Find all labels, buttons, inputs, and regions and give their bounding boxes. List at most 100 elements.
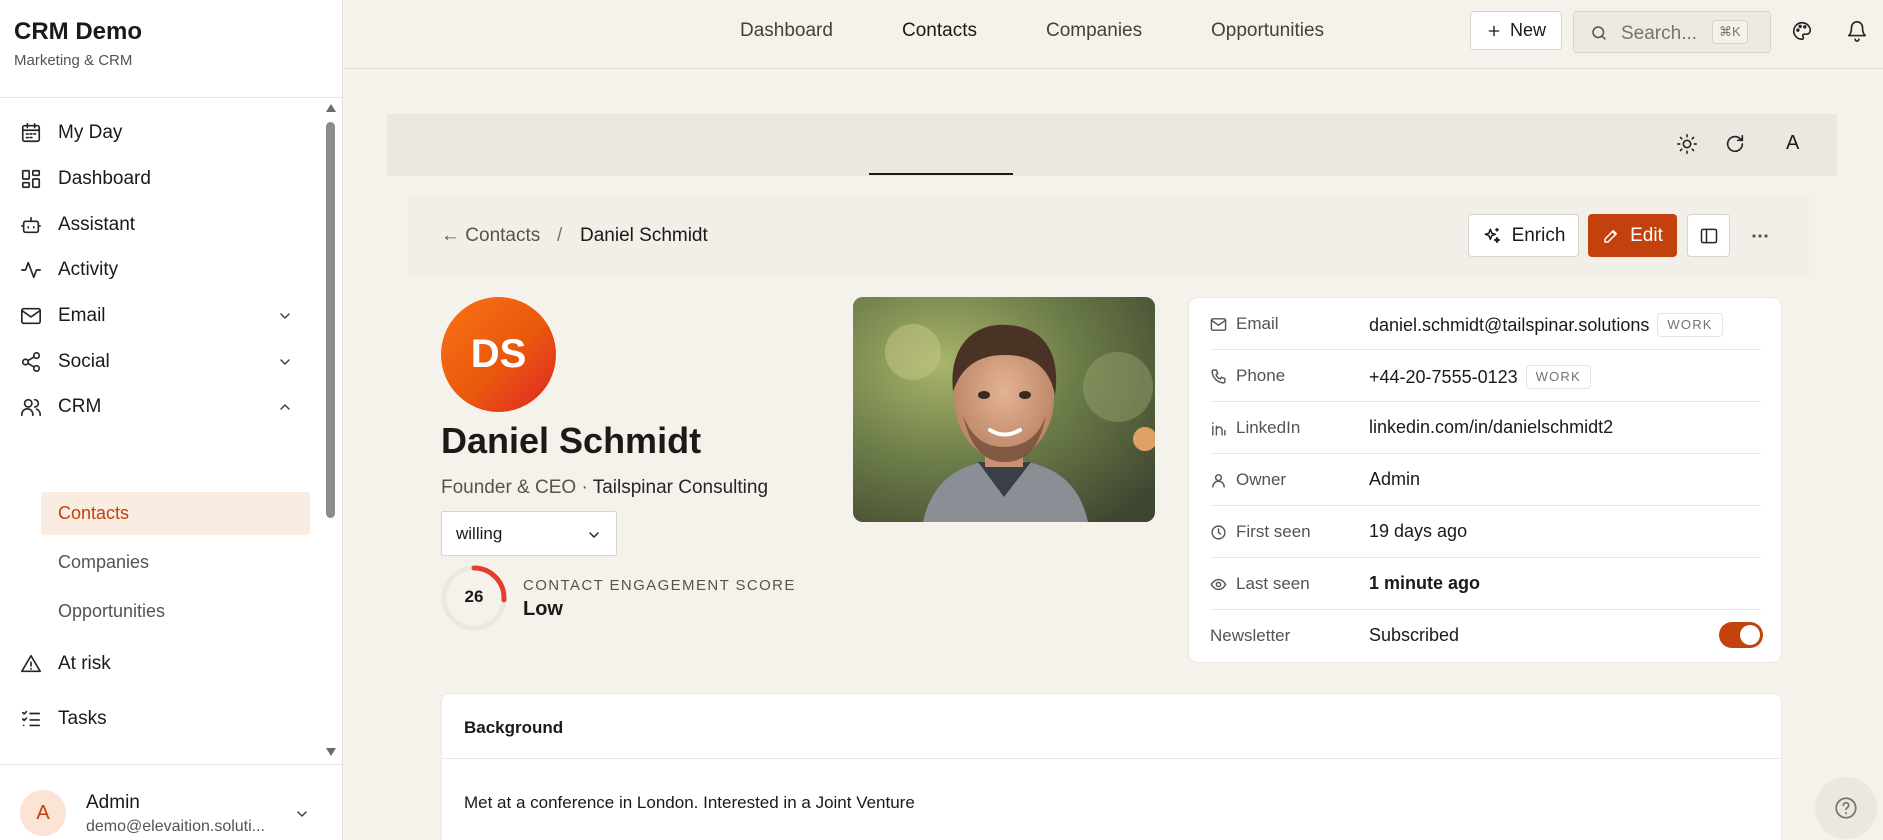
user-icon [1210, 472, 1227, 489]
status-value: willing [456, 524, 503, 543]
sidebar-subitem-opportunities[interactable]: Opportunities [41, 590, 310, 633]
sidebar-item-label: Tasks [58, 708, 107, 729]
sidebar-item-my-day[interactable]: My Day [0, 110, 326, 156]
detail-label: Email [1236, 314, 1279, 333]
contact-company[interactable]: Tailspinar Consulting [593, 477, 768, 498]
phone-type-badge: WORK [1525, 365, 1591, 389]
linkedin-icon [1210, 420, 1227, 437]
sun-icon[interactable] [1676, 133, 1698, 155]
sidebar-subitem-companies[interactable]: Companies [41, 541, 310, 584]
contact-avatar: DS [441, 297, 556, 412]
phone-number[interactable]: +44-20-7555-0123 [1369, 367, 1518, 387]
detail-label: LinkedIn [1236, 418, 1301, 437]
sidebar-item-tasks[interactable]: Tasks [0, 696, 326, 742]
phone-icon [1210, 368, 1227, 385]
refresh-icon[interactable] [1724, 133, 1746, 155]
scroll-up-arrow[interactable] [326, 104, 336, 112]
brand-title: CRM Demo [14, 18, 143, 45]
detail-row-linkedin: LinkedIn linkedin.com/in/danielschmidt2 [1210, 402, 1761, 454]
chevron-down-icon [277, 308, 293, 324]
sidebar-item-dashboard[interactable]: Dashboard [0, 156, 326, 202]
detail-row-first-seen: First seen 19 days ago [1210, 506, 1761, 558]
last-seen-value: 1 minute ago [1369, 573, 1481, 593]
chevron-down-icon [294, 806, 310, 822]
scroll-down-arrow[interactable] [326, 748, 336, 756]
sidebar-item-social[interactable]: Social [0, 339, 326, 385]
bell-icon[interactable] [1846, 20, 1868, 42]
sidebar: CRM Demo Marketing & CRM My Day Dashboar… [0, 0, 343, 840]
search-icon [1590, 24, 1608, 42]
email-type-badge: WORK [1657, 313, 1723, 337]
sidebar-item-label: At risk [58, 653, 111, 674]
enrich-button-label: Enrich [1511, 224, 1566, 246]
sidebar-item-crm[interactable]: CRM [0, 384, 326, 430]
newsletter-value: Subscribed [1369, 625, 1460, 645]
bot-icon [20, 214, 42, 236]
enrich-button[interactable]: Enrich [1468, 214, 1579, 257]
edit-button[interactable]: Edit [1588, 214, 1677, 257]
edit-button-label: Edit [1630, 224, 1663, 246]
detail-row-newsletter: Newsletter Subscribed [1210, 610, 1763, 662]
arrow-left-icon: ← [441, 225, 460, 246]
engagement-score-title: CONTACT ENGAGEMENT SCORE [523, 577, 796, 594]
pencil-icon [1602, 227, 1620, 245]
palette-icon[interactable] [1791, 20, 1813, 42]
sidebar-item-email[interactable]: Email [0, 293, 326, 339]
sidebar-item-at-risk[interactable]: At risk [0, 641, 326, 687]
module-tabs [387, 114, 1837, 176]
sidebar-item-label: Social [58, 351, 110, 372]
chevron-down-icon [586, 527, 602, 543]
tab-companies[interactable]: Companies [1046, 0, 1142, 62]
engagement-score-value: 26 [464, 587, 484, 606]
tab-opportunities[interactable]: Opportunities [1211, 0, 1324, 62]
new-button[interactable]: New [1470, 11, 1562, 50]
dashboard-icon [20, 168, 42, 190]
share-icon [20, 351, 42, 373]
divider [0, 97, 343, 98]
status-select[interactable]: willing [441, 511, 617, 556]
sidebar-item-activity[interactable]: Activity [0, 247, 326, 293]
detail-label: Owner [1236, 470, 1287, 489]
background-card: Background Met at a conference in London… [441, 693, 1782, 840]
toggle-panel-button[interactable] [1687, 214, 1730, 257]
email-address[interactable]: daniel.schmidt@tailspinar.solutions [1369, 315, 1649, 335]
chevron-down-icon [277, 354, 293, 370]
divider [0, 764, 343, 765]
sparkles-icon [1482, 226, 1502, 246]
calendar-icon [20, 122, 42, 144]
detail-row-email: Email daniel.schmidt@tailspinar.solution… [1210, 298, 1761, 350]
sidebar-item-assistant[interactable]: Assistant [0, 202, 326, 248]
sidebar-subitem-contacts[interactable]: Contacts [41, 492, 310, 535]
sidebar-scrollbar[interactable] [326, 122, 335, 518]
contact-name: Daniel Schmidt [441, 420, 702, 461]
tab-contacts[interactable]: Contacts [902, 0, 977, 62]
brand-subtitle: Marketing & CRM [14, 52, 133, 69]
tab-dashboard[interactable]: Dashboard [740, 0, 833, 62]
search-shortcut: ⌘K [1712, 20, 1748, 44]
owner-value: Admin [1369, 469, 1421, 489]
breadcrumb-back-label: Contacts [465, 225, 541, 246]
account-initial[interactable]: A [1786, 132, 1799, 155]
breadcrumb-back-link[interactable]: ← Contacts [441, 225, 540, 247]
linkedin-link[interactable]: linkedin.com/in/danielschmidt2 [1369, 417, 1613, 438]
mail-icon [20, 305, 42, 327]
tasks-icon [20, 708, 42, 730]
search-input[interactable]: Search... ⌘K [1573, 11, 1771, 53]
active-tab-indicator [869, 173, 1013, 175]
contact-photo [853, 297, 1155, 522]
plus-icon [1486, 23, 1502, 39]
phone-value[interactable]: +44-20-7555-0123 WORK [1369, 365, 1591, 389]
user-email: demo@elevaition.soluti... [86, 818, 265, 835]
detail-label: First seen [1236, 522, 1311, 541]
detail-row-owner: Owner Admin [1210, 454, 1761, 506]
chevron-up-icon [277, 399, 293, 415]
newsletter-toggle[interactable] [1719, 622, 1763, 648]
email-value[interactable]: daniel.schmidt@tailspinar.solutions WORK [1369, 313, 1723, 337]
sidebar-item-label: Activity [58, 259, 119, 280]
user-menu[interactable]: A Admin demo@elevaition.soluti... [20, 790, 320, 836]
more-options-icon[interactable] [1748, 226, 1772, 246]
detail-label: Last seen [1236, 574, 1310, 593]
sidebar-panel-icon [1699, 226, 1719, 246]
help-icon [1833, 795, 1859, 821]
help-button[interactable] [1815, 777, 1877, 839]
